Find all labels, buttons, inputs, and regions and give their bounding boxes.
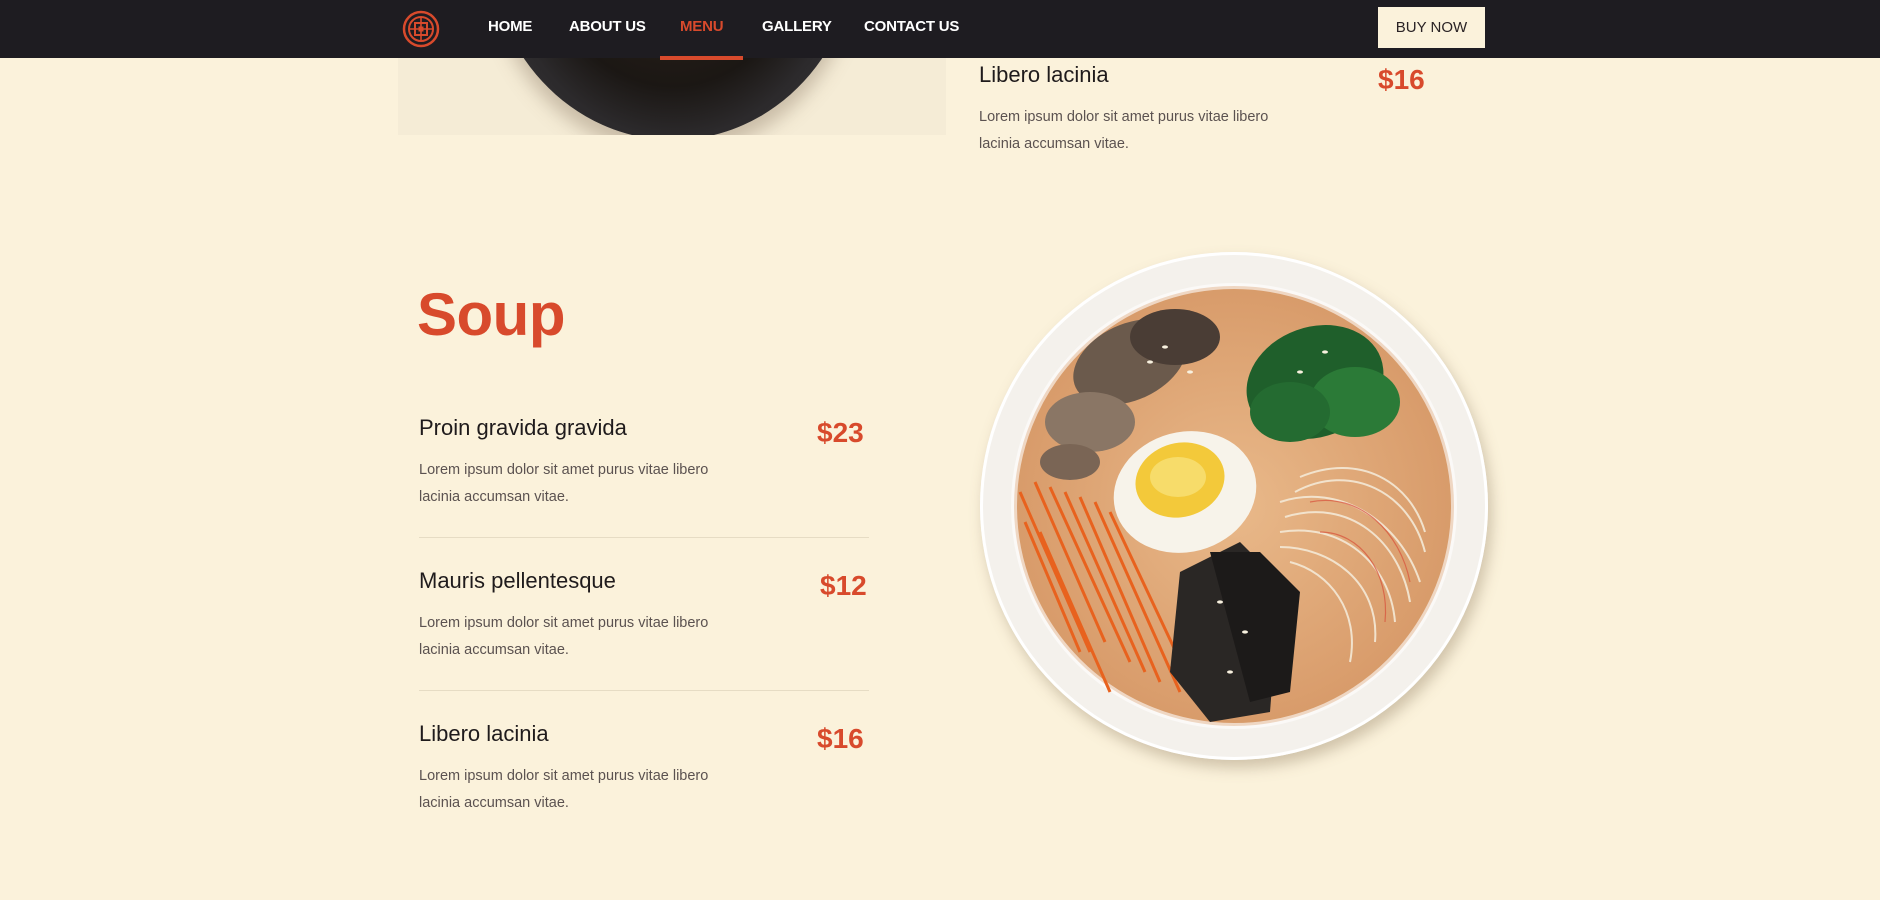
ornamental-emblem-icon[interactable]	[402, 10, 440, 48]
menu-item-title: Libero lacinia	[419, 721, 549, 746]
nav-contact-us[interactable]: CONTACT US	[864, 0, 959, 58]
menu-divider	[419, 690, 869, 691]
buy-now-button[interactable]: BUY NOW	[1378, 7, 1485, 48]
navbar: HOME ABOUT US MENU GALLERY CONTACT US BU…	[0, 0, 1880, 60]
menu-item-title: Proin gravida gravida	[419, 415, 627, 440]
menu-item-title: Libero lacinia	[979, 62, 1109, 87]
menu-item-description: Lorem ipsum dolor sit amet purus vitae l…	[419, 462, 709, 505]
menu-item-price: $23	[817, 417, 864, 448]
menu-item-description: Lorem ipsum dolor sit amet purus vitae l…	[979, 109, 1269, 152]
menu-divider	[419, 537, 869, 538]
nav-home[interactable]: HOME	[488, 0, 532, 58]
menu-item-description: Lorem ipsum dolor sit amet purus vitae l…	[419, 615, 709, 658]
menu-item-price: $12	[820, 570, 867, 601]
menu-item-price: $16	[817, 723, 864, 754]
soup-dish-image	[980, 252, 1488, 760]
ramen-bowl-illustration	[1011, 283, 1457, 729]
section-title: Soup	[417, 281, 565, 348]
nav-gallery[interactable]: GALLERY	[762, 0, 832, 58]
active-nav-indicator	[660, 56, 743, 60]
nav-menu[interactable]: MENU	[680, 0, 724, 58]
menu-item-description: Lorem ipsum dolor sit amet purus vitae l…	[419, 768, 709, 811]
menu-item-title: Mauris pellentesque	[419, 568, 616, 593]
menu-item-price: $16	[1378, 64, 1425, 95]
nav-about-us[interactable]: ABOUT US	[569, 0, 646, 58]
